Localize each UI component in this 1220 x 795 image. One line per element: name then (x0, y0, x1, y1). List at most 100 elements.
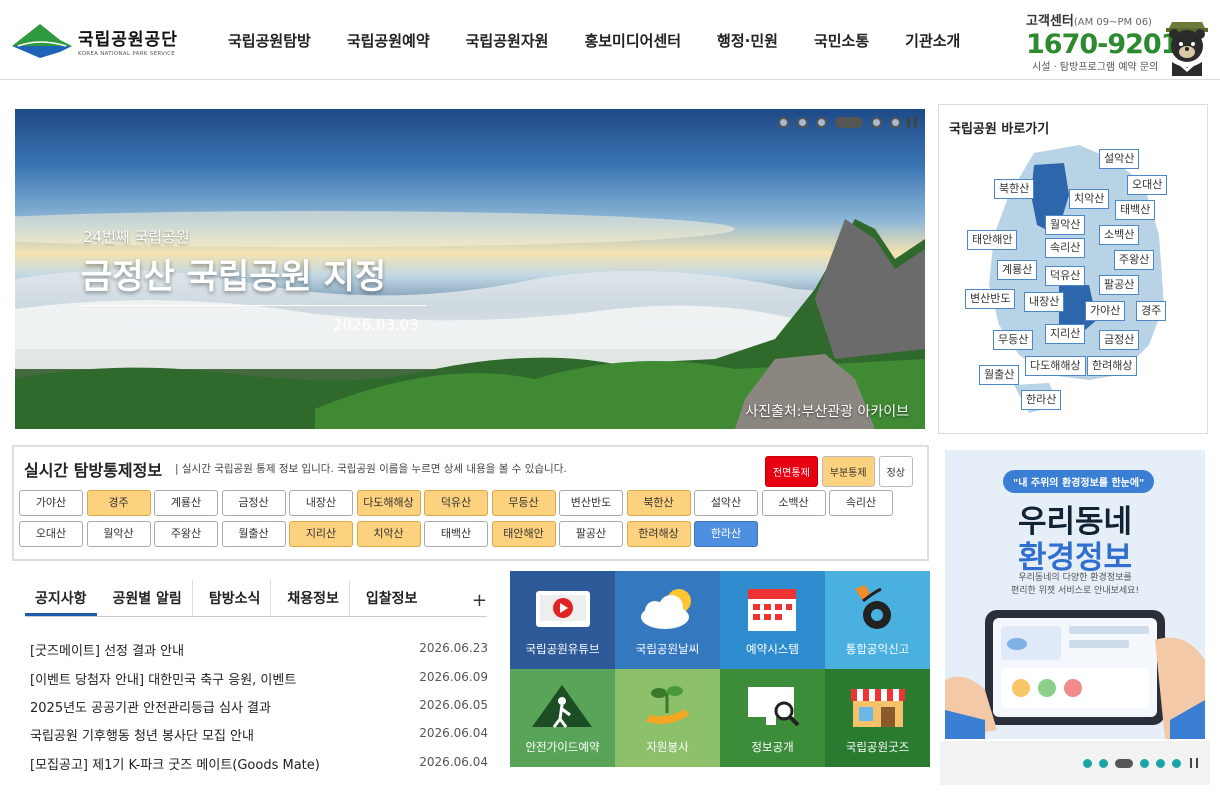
tile-volunteer[interactable]: 자원봉사 (615, 669, 720, 767)
park-link-gayasan[interactable]: 가야산 (1085, 301, 1126, 321)
list-item[interactable]: 2025년도 공공기관 안전관리등급 심사 결과 2026.06.05 (30, 697, 488, 719)
pause-icon[interactable] (907, 117, 917, 128)
park-link-byeonsanbando[interactable]: 변산반도 (965, 289, 1016, 309)
park-link-palgongsan[interactable]: 팔공산 (1099, 275, 1140, 295)
sprout-icon (645, 686, 689, 724)
tile-safety-guide[interactable]: 안전가이드예약 (510, 669, 615, 767)
park-link-deogyusan[interactable]: 덕유산 (1045, 266, 1086, 286)
banner-dot[interactable] (1099, 758, 1108, 768)
banner-dot[interactable] (1172, 758, 1181, 768)
banner-dot[interactable] (1156, 758, 1165, 768)
list-item[interactable]: [이벤트 당첨자 안내] 대한민국 축구 응원, 이벤트 2026.06.09 (30, 669, 488, 691)
park-status-button[interactable]: 속리산 (829, 490, 893, 516)
tab-recruit[interactable]: 채용정보 (277, 580, 350, 616)
tile-youtube[interactable]: 국립공원유튜브 (510, 571, 615, 669)
park-status-button[interactable]: 지리산 (289, 521, 353, 547)
park-status-button[interactable]: 금정산 (221, 490, 286, 516)
park-link-jirisan[interactable]: 지리산 (1045, 324, 1086, 344)
list-item[interactable]: 국립공원 기후행동 청년 봉사단 모집 안내 2026.06.04 (30, 725, 488, 747)
hero-dot[interactable] (890, 117, 901, 128)
park-status-button[interactable]: 태백산 (424, 521, 488, 547)
hero-dot[interactable] (871, 117, 882, 128)
park-link-taeanhaean[interactable]: 태안해안 (967, 230, 1018, 250)
park-status-button[interactable]: 다도해해상 (356, 490, 421, 516)
site-logo[interactable]: 국립공원공단 KOREA NATIONAL PARK SERVICE (10, 22, 178, 60)
banner-dot-active[interactable] (1115, 758, 1133, 768)
park-status-button[interactable]: 변산반도 (559, 490, 623, 516)
tile-report[interactable]: 통합공익신고 (825, 571, 930, 669)
tab-park-alerts[interactable]: 공원별 알림 (103, 580, 193, 616)
park-status-button[interactable]: 주왕산 (154, 521, 218, 547)
nav-item[interactable]: 홍보미디어센터 (584, 30, 681, 51)
news-board: 공지사항 공원별 알림 탐방소식 채용정보 입찰정보 + [굿즈메이트] 선정 … (25, 580, 488, 790)
park-status-button[interactable]: 월악산 (86, 521, 151, 547)
park-link-mudeungsan[interactable]: 무등산 (993, 330, 1034, 350)
hero-dot[interactable] (816, 117, 827, 128)
env-info-banner[interactable]: "내 주위의 환경정보를 한눈에" 우리동네 환경정보 우리동네의 다양한 환경… (945, 450, 1205, 739)
hiker-icon (532, 685, 592, 728)
park-status-button[interactable]: 한려해상 (626, 521, 691, 547)
park-link-dadohaehaesang[interactable]: 다도해해상 (1025, 356, 1086, 376)
nav-item[interactable]: 국립공원자원 (466, 30, 549, 51)
park-status-button[interactable]: 태안해안 (491, 521, 556, 547)
park-status-button[interactable]: 경주 (86, 490, 151, 516)
more-plus-icon[interactable]: + (472, 590, 487, 611)
pause-icon[interactable] (1190, 758, 1198, 768)
tab-notice[interactable]: 공지사항 (25, 580, 97, 616)
park-status-button[interactable]: 가야산 (19, 490, 83, 516)
park-link-gyeongju[interactable]: 경주 (1136, 301, 1167, 321)
park-status-button[interactable]: 계룡산 (154, 490, 218, 516)
nav-item[interactable]: 행정·민원 (717, 30, 778, 51)
park-status-button[interactable]: 팔공산 (559, 521, 623, 547)
tile-goods[interactable]: 국립공원굿즈 (825, 669, 930, 767)
tile-reservation[interactable]: 예약시스템 (720, 571, 825, 669)
hero-subtitle: 24번째 국립공원 (83, 228, 190, 246)
park-link-juwangsan[interactable]: 주왕산 (1114, 250, 1155, 270)
park-link-bukhansan[interactable]: 북한산 (994, 179, 1035, 199)
banner-dot[interactable] (1140, 758, 1149, 768)
hero-dot[interactable] (797, 117, 808, 128)
nav-item[interactable]: 국립공원탐방 (228, 30, 311, 51)
tab-visit-news[interactable]: 탐방소식 (199, 580, 272, 616)
tile-label: 통합공익신고 (845, 642, 910, 656)
banner-dot[interactable] (1083, 758, 1092, 768)
park-link-taebaeksan[interactable]: 태백산 (1115, 200, 1156, 220)
park-link-sobaeksan[interactable]: 소백산 (1099, 225, 1140, 245)
youtube-icon (536, 591, 590, 627)
park-link-odaesan[interactable]: 오대산 (1127, 175, 1168, 195)
nav-item[interactable]: 국민소통 (814, 30, 869, 51)
park-link-hallyeohaesang[interactable]: 한려해상 (1087, 356, 1138, 376)
park-status-button[interactable]: 월출산 (221, 521, 286, 547)
park-link-wolchulsan[interactable]: 월출산 (979, 365, 1020, 385)
news-title: [모집공고] 제1기 K-파크 굿즈 메이트(Goods Mate) (30, 758, 320, 773)
hero-banner[interactable]: 24번째 국립공원 금정산 국립공원 지정 2026.03.03 사진출처:부산… (15, 109, 925, 429)
park-status-button[interactable]: 덕유산 (424, 490, 488, 516)
nav-item[interactable]: 국립공원예약 (347, 30, 430, 51)
park-link-songnisan[interactable]: 속리산 (1045, 238, 1086, 258)
tab-bid[interactable]: 입찰정보 (356, 580, 428, 616)
park-status-button[interactable]: 내장산 (289, 490, 353, 516)
hero-dot-active[interactable] (835, 117, 863, 128)
news-date: 2026.06.23 (419, 641, 488, 655)
park-link-naejangsan[interactable]: 내장산 (1024, 292, 1065, 312)
park-status-button[interactable]: 설악산 (694, 490, 758, 516)
list-item[interactable]: [모집공고] 제1기 K-파크 굿즈 메이트(Goods Mate) 2026.0… (30, 754, 488, 776)
park-status-button[interactable]: 북한산 (626, 490, 691, 516)
nav-item[interactable]: 기관소개 (905, 30, 960, 51)
park-link-gyeryongsan[interactable]: 계룡산 (997, 260, 1038, 280)
park-link-hallasan[interactable]: 한라산 (1021, 390, 1062, 410)
tile-info-disclosure[interactable]: 정보공개 (720, 669, 825, 767)
hero-dot[interactable] (778, 117, 789, 128)
park-link-seoraksan[interactable]: 설악산 (1099, 149, 1140, 169)
park-link-geumjeongsan[interactable]: 금정산 (1099, 330, 1140, 350)
park-status-button[interactable]: 한라산 (694, 521, 758, 547)
hero-date: 2026.03.03 (333, 316, 419, 334)
park-status-button[interactable]: 치악산 (356, 521, 421, 547)
park-status-button[interactable]: 무등산 (491, 490, 556, 516)
tile-weather[interactable]: 국립공원날씨 (615, 571, 720, 669)
park-link-woraksan[interactable]: 월악산 (1045, 215, 1086, 235)
list-item[interactable]: [굿즈메이트] 선정 결과 안내 2026.06.23 (30, 640, 488, 662)
park-status-button[interactable]: 오대산 (19, 521, 83, 547)
park-status-button[interactable]: 소백산 (761, 490, 826, 516)
park-link-chiaksan[interactable]: 치악산 (1069, 189, 1110, 209)
